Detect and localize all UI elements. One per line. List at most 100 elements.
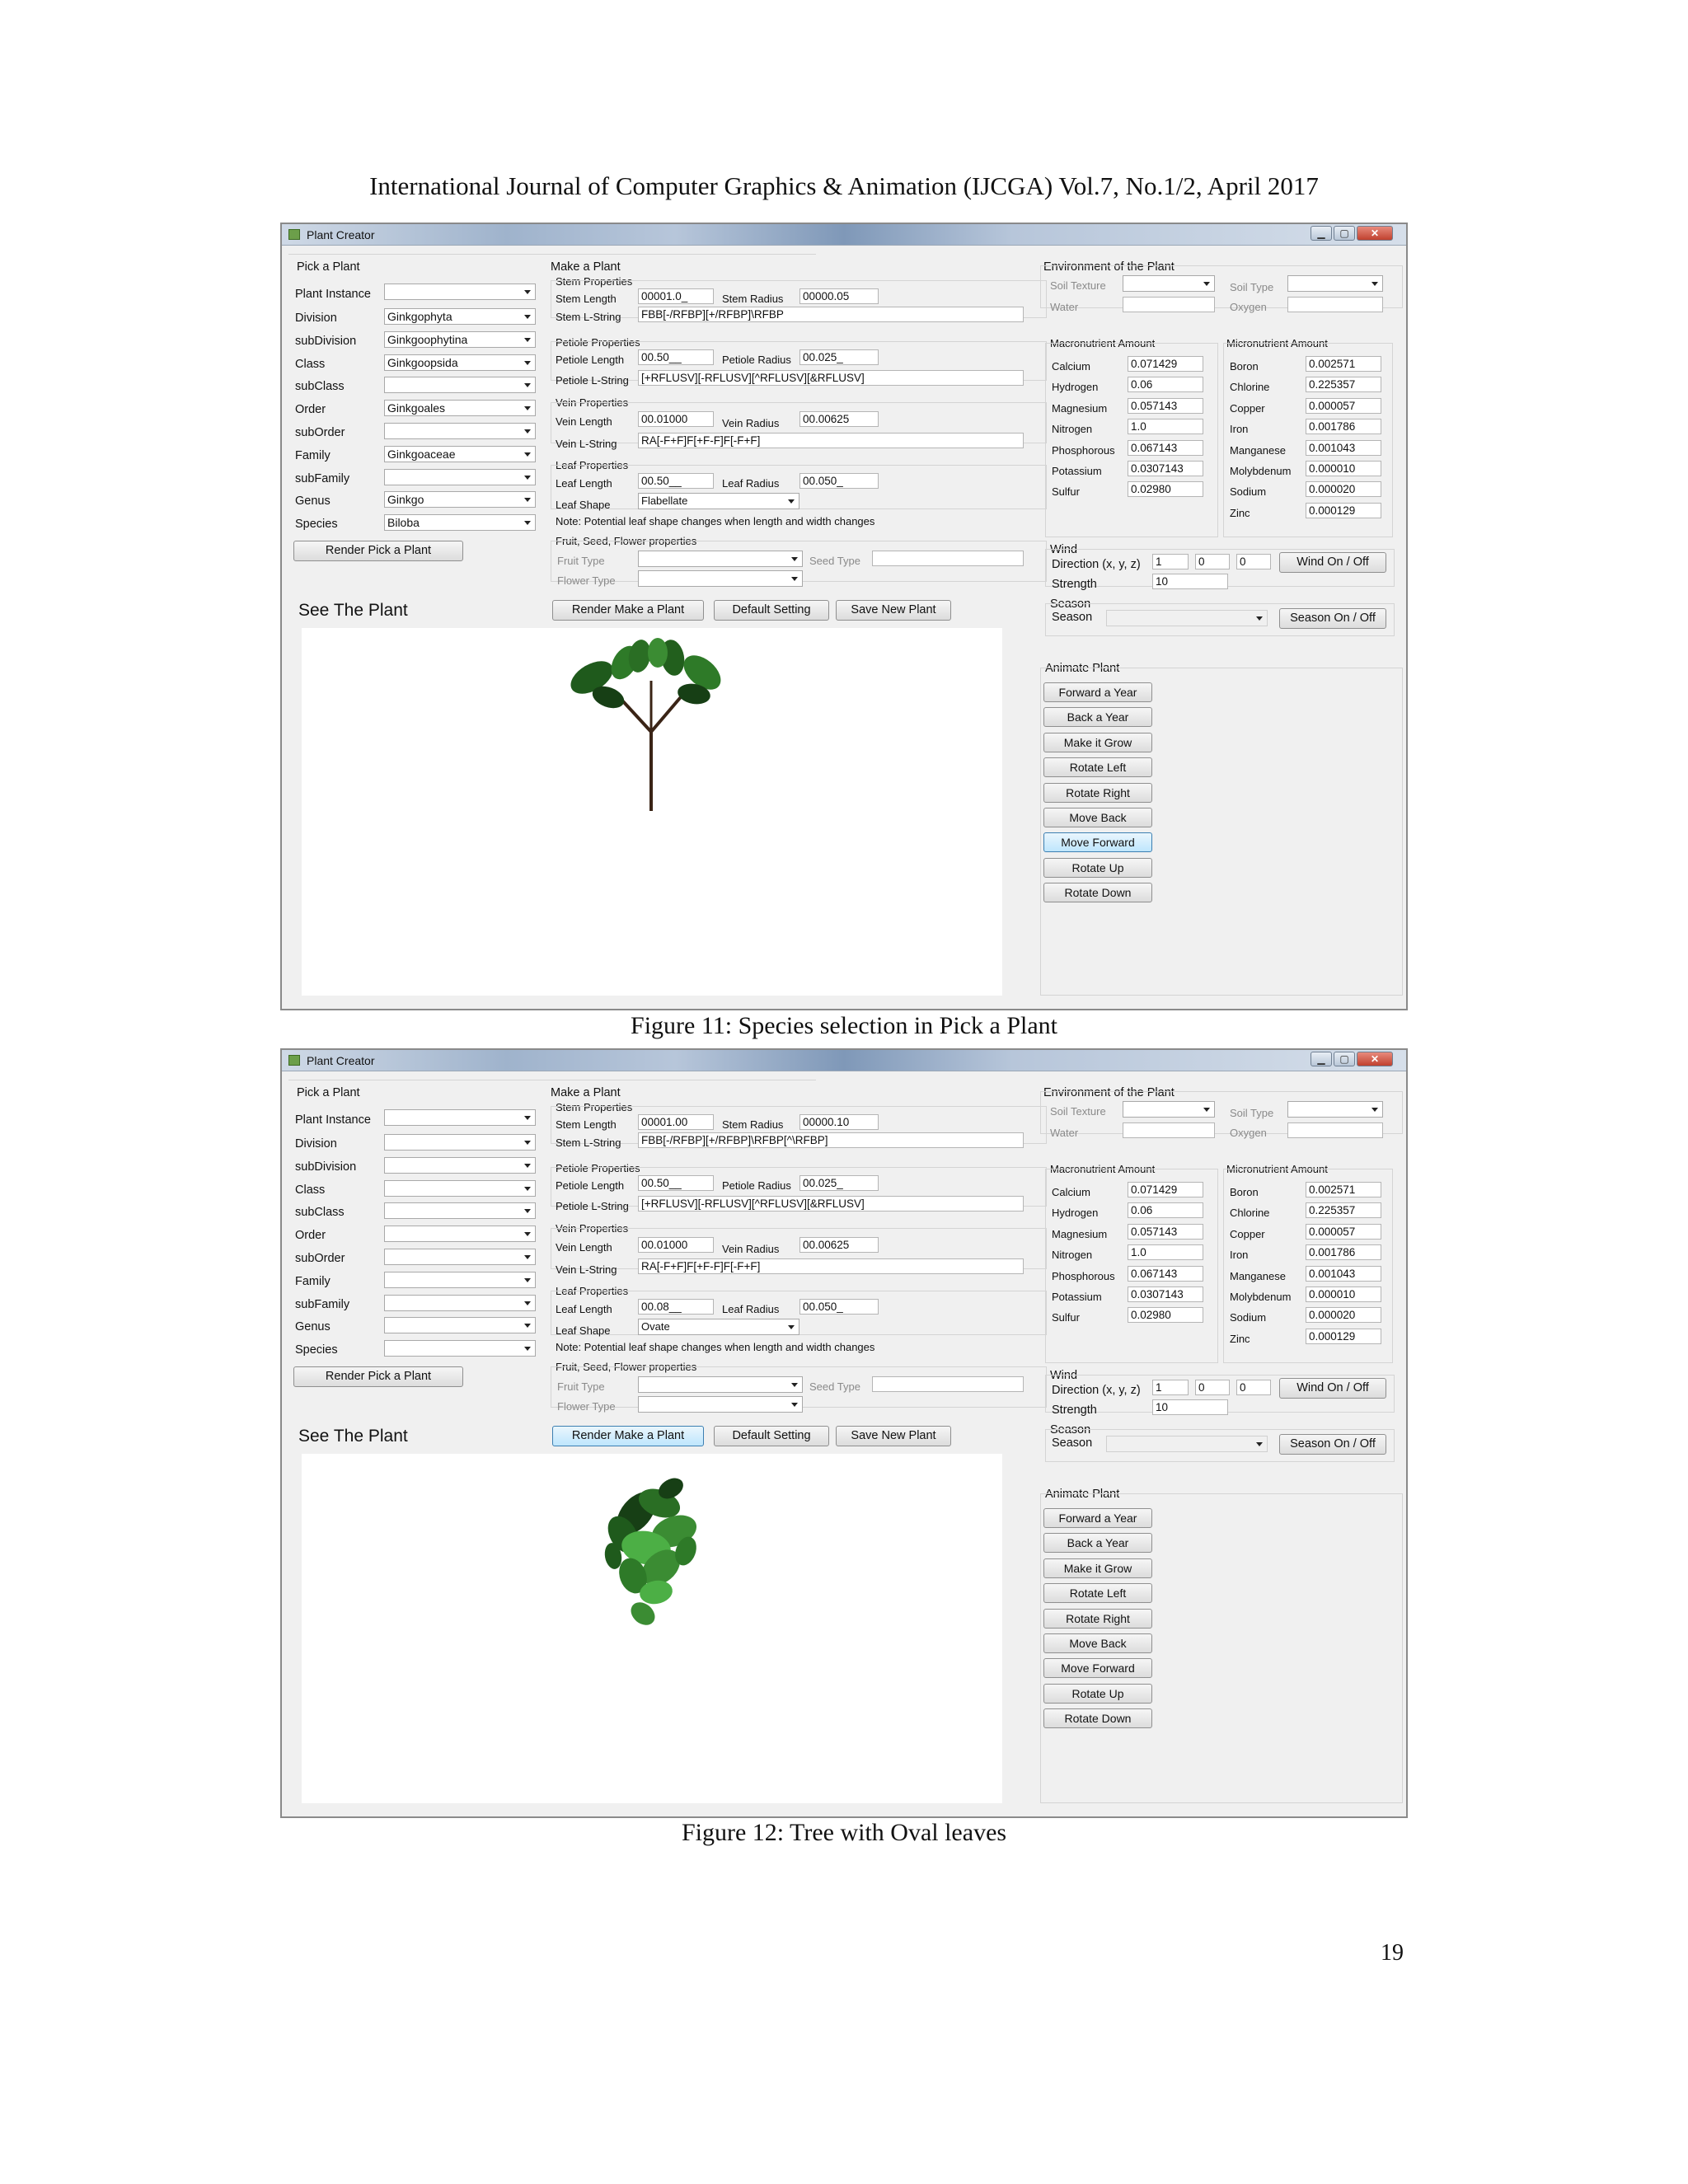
subfamily-select[interactable] bbox=[384, 1294, 536, 1311]
vein-lstring-field[interactable]: RA[-F+F]F[+F-F]F[-F+F] bbox=[638, 433, 1024, 448]
rotate-left-button[interactable]: Rotate Left bbox=[1043, 1583, 1152, 1604]
subdivision-select[interactable] bbox=[384, 1156, 536, 1174]
back-a-year-button[interactable]: Back a Year bbox=[1043, 1533, 1152, 1554]
macro-sulfur-field[interactable]: 0.02980 bbox=[1128, 481, 1203, 498]
species-select[interactable] bbox=[384, 1340, 536, 1357]
macro-hydrogen-field[interactable]: 0.06 bbox=[1128, 1202, 1203, 1219]
macro-potassium-field[interactable]: 0.0307143 bbox=[1128, 1286, 1203, 1302]
micro-boron-field[interactable]: 0.002571 bbox=[1306, 356, 1381, 372]
macro-calcium-field[interactable]: 0.071429 bbox=[1128, 356, 1203, 372]
vein-radius-field[interactable]: 00.00625 bbox=[799, 1237, 879, 1253]
stem-lstring-field[interactable]: FBB[-/RFBP][+/RFBP]\RFBP bbox=[638, 307, 1024, 322]
oxygen-field[interactable] bbox=[1287, 297, 1383, 312]
wind-toggle-button[interactable]: Wind On / Off bbox=[1279, 552, 1386, 573]
leaf-length-field[interactable]: 00.50__ bbox=[638, 473, 714, 489]
micro-chlorine-field[interactable]: 0.225357 bbox=[1306, 377, 1381, 393]
render-pick-button[interactable]: Render Pick a Plant bbox=[293, 541, 463, 561]
genus-select[interactable] bbox=[384, 1317, 536, 1334]
move-forward-button[interactable]: Move Forward bbox=[1043, 832, 1152, 853]
soil-type-select[interactable] bbox=[1287, 1101, 1383, 1118]
micro-manganese-field[interactable]: 0.001043 bbox=[1306, 1265, 1381, 1282]
family-select[interactable]: Ginkgoaceae bbox=[384, 445, 536, 462]
macro-potassium-field[interactable]: 0.0307143 bbox=[1128, 461, 1203, 476]
leaf-length-field[interactable]: 00.08__ bbox=[638, 1299, 714, 1315]
rotate-left-button[interactable]: Rotate Left bbox=[1043, 757, 1152, 778]
soil-type-select[interactable] bbox=[1287, 275, 1383, 292]
make-it-grow-button[interactable]: Make it Grow bbox=[1043, 732, 1152, 752]
suborder-select[interactable] bbox=[384, 1249, 536, 1265]
rotate-down-button[interactable]: Rotate Down bbox=[1043, 1708, 1152, 1729]
leaf-radius-field[interactable]: 00.050_ bbox=[799, 473, 879, 489]
soil-texture-select[interactable] bbox=[1123, 275, 1215, 292]
vein-radius-field[interactable]: 00.00625 bbox=[799, 411, 879, 427]
macro-sulfur-field[interactable]: 0.02980 bbox=[1128, 1307, 1203, 1324]
rotate-right-button[interactable]: Rotate Right bbox=[1043, 1608, 1152, 1629]
save-new-button[interactable]: Save New Plant bbox=[836, 1426, 951, 1446]
micro-copper-field[interactable]: 0.000057 bbox=[1306, 397, 1381, 414]
save-new-button[interactable]: Save New Plant bbox=[836, 600, 951, 621]
subfamily-select[interactable] bbox=[384, 468, 536, 485]
wind-z-field[interactable]: 0 bbox=[1236, 554, 1271, 569]
season-toggle-button[interactable]: Season On / Off bbox=[1279, 1434, 1386, 1455]
stem-radius-field[interactable]: 00000.10 bbox=[799, 1114, 879, 1130]
wind-z-field[interactable]: 0 bbox=[1236, 1380, 1271, 1395]
wind-x-field[interactable]: 1 bbox=[1152, 554, 1189, 569]
move-forward-button[interactable]: Move Forward bbox=[1043, 1658, 1152, 1679]
division-select[interactable]: Ginkgophyta bbox=[384, 308, 536, 325]
vein-length-field[interactable]: 00.01000 bbox=[638, 1237, 714, 1253]
leaf-shape-select[interactable]: Ovate bbox=[638, 1319, 799, 1335]
micro-zinc-field[interactable]: 0.000129 bbox=[1306, 502, 1381, 518]
move-back-button[interactable]: Move Back bbox=[1043, 1633, 1152, 1653]
vein-lstring-field[interactable]: RA[-F+F]F[+F-F]F[-F+F] bbox=[638, 1258, 1024, 1274]
macro-phosphorous-field[interactable]: 0.067143 bbox=[1128, 439, 1203, 456]
petiole-radius-field[interactable]: 00.025_ bbox=[799, 349, 879, 365]
micro-boron-field[interactable]: 0.002571 bbox=[1306, 1182, 1381, 1197]
seed-type-field[interactable] bbox=[872, 1376, 1024, 1392]
micro-sodium-field[interactable]: 0.000020 bbox=[1306, 1307, 1381, 1324]
micro-molybdenum-field[interactable]: 0.000010 bbox=[1306, 1286, 1381, 1302]
wind-y-field[interactable]: 0 bbox=[1195, 554, 1230, 569]
wind-x-field[interactable]: 1 bbox=[1152, 1380, 1189, 1395]
close-icon[interactable]: ✕ bbox=[1357, 226, 1393, 241]
default-setting-button[interactable]: Default Setting bbox=[714, 600, 829, 621]
forward-a-year-button[interactable]: Forward a Year bbox=[1043, 1508, 1152, 1528]
petiole-length-field[interactable]: 00.50__ bbox=[638, 1175, 714, 1191]
petiole-lstring-field[interactable]: [+RFLUSV][-RFLUSV][^RFLUSV][&RFLUSV] bbox=[638, 370, 1024, 386]
default-setting-button[interactable]: Default Setting bbox=[714, 1426, 829, 1446]
macro-magnesium-field[interactable]: 0.057143 bbox=[1128, 1223, 1203, 1240]
back-a-year-button[interactable]: Back a Year bbox=[1043, 707, 1152, 728]
macro-nitrogen-field[interactable]: 1.0 bbox=[1128, 419, 1203, 435]
macro-hydrogen-field[interactable]: 0.06 bbox=[1128, 377, 1203, 393]
render-pick-button[interactable]: Render Pick a Plant bbox=[293, 1366, 463, 1387]
petiole-length-field[interactable]: 00.50__ bbox=[638, 349, 714, 365]
flower-type-select[interactable] bbox=[638, 570, 803, 587]
leaf-radius-field[interactable]: 00.050_ bbox=[799, 1299, 879, 1315]
rotate-up-button[interactable]: Rotate Up bbox=[1043, 857, 1152, 878]
close-icon[interactable]: ✕ bbox=[1357, 1052, 1393, 1066]
make-it-grow-button[interactable]: Make it Grow bbox=[1043, 1558, 1152, 1578]
macro-calcium-field[interactable]: 0.071429 bbox=[1128, 1182, 1203, 1197]
division-select[interactable] bbox=[384, 1134, 536, 1151]
order-select[interactable] bbox=[384, 1226, 536, 1243]
render-make-button[interactable]: Render Make a Plant bbox=[552, 600, 704, 621]
micro-manganese-field[interactable]: 0.001043 bbox=[1306, 439, 1381, 456]
maximize-icon[interactable]: ▢ bbox=[1334, 226, 1355, 241]
season-toggle-button[interactable]: Season On / Off bbox=[1279, 608, 1386, 629]
maximize-icon[interactable]: ▢ bbox=[1334, 1052, 1355, 1066]
water-field[interactable] bbox=[1123, 297, 1215, 312]
family-select[interactable] bbox=[384, 1271, 536, 1288]
season-select[interactable] bbox=[1106, 1436, 1268, 1452]
strength-field[interactable]: 10 bbox=[1152, 574, 1228, 589]
minimize-icon[interactable]: ▁ bbox=[1311, 226, 1332, 241]
strength-field[interactable]: 10 bbox=[1152, 1399, 1228, 1415]
plant-instance-select[interactable] bbox=[384, 284, 536, 300]
subdivision-select[interactable]: Ginkgoophytina bbox=[384, 330, 536, 348]
fruit-type-select[interactable] bbox=[638, 551, 803, 567]
macro-magnesium-field[interactable]: 0.057143 bbox=[1128, 397, 1203, 414]
rotate-up-button[interactable]: Rotate Up bbox=[1043, 1683, 1152, 1704]
subclass-select[interactable] bbox=[384, 377, 536, 394]
minimize-icon[interactable]: ▁ bbox=[1311, 1052, 1332, 1066]
petiole-radius-field[interactable]: 00.025_ bbox=[799, 1175, 879, 1191]
genus-select[interactable]: Ginkgo bbox=[384, 491, 536, 509]
suborder-select[interactable] bbox=[384, 423, 536, 439]
